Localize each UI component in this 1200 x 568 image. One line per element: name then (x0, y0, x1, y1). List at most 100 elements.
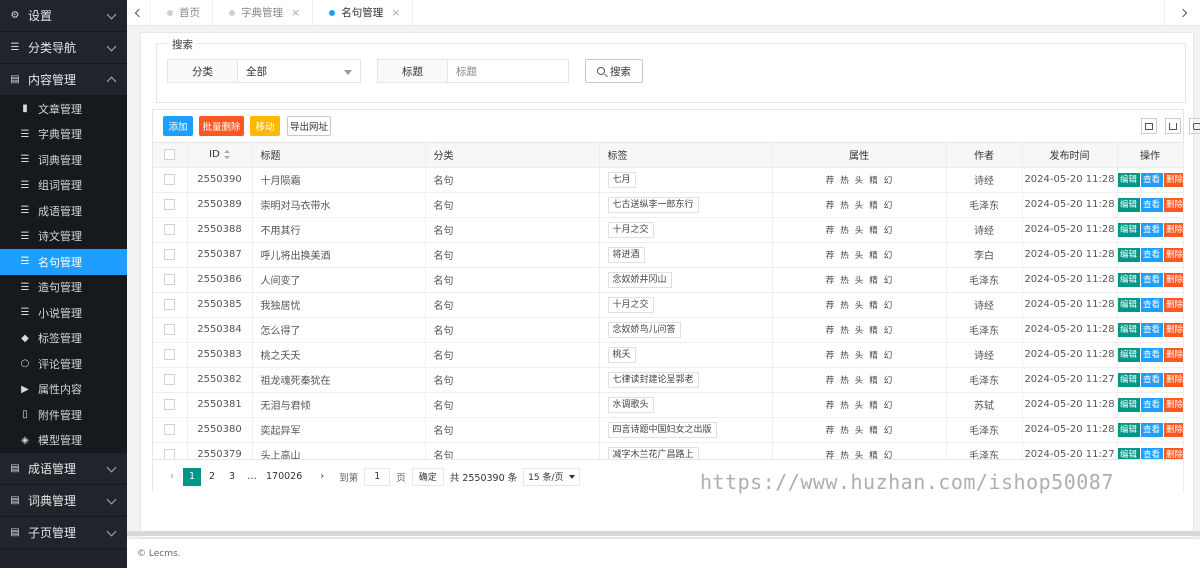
attr-toggle[interactable]: 精 (869, 249, 878, 261)
attr-toggle[interactable]: 荐 (826, 349, 835, 361)
row-checkbox[interactable] (164, 273, 176, 285)
attr-toggle[interactable]: 热 (840, 174, 849, 186)
sidebar-item-3[interactable]: ☰ 组词管理 (0, 173, 127, 199)
attr-toggle[interactable]: 精 (869, 199, 878, 211)
attr-toggle[interactable]: 荐 (826, 249, 835, 261)
sidebar-item-13[interactable]: ◈ 模型管理 (0, 428, 127, 454)
tag-badge[interactable]: 七律读封建论呈郭老 (607, 371, 699, 388)
export-icon[interactable] (1165, 118, 1181, 134)
row-checkbox[interactable] (164, 348, 176, 360)
view-button[interactable]: 查看 (1140, 297, 1163, 312)
attr-toggle[interactable]: 荐 (826, 299, 835, 311)
sidebar-group-0[interactable]: ⚙ 设置 (0, 0, 127, 32)
row-checkbox[interactable] (164, 223, 176, 235)
close-icon[interactable]: × (291, 6, 300, 19)
tag-badge[interactable]: 念奴娇井冈山 (607, 271, 672, 288)
attr-toggle[interactable]: 头 (855, 399, 864, 411)
attr-toggle[interactable]: 荐 (826, 224, 835, 236)
attr-toggle[interactable]: 头 (855, 249, 864, 261)
tag-badge[interactable]: 十月之交 (607, 296, 654, 313)
attr-toggle[interactable]: 荐 (826, 324, 835, 336)
attr-toggle[interactable]: 头 (855, 224, 864, 236)
attr-toggle[interactable]: 荐 (826, 274, 835, 286)
attr-toggle[interactable]: 荐 (826, 174, 835, 186)
attr-toggle[interactable]: 精 (869, 424, 878, 436)
attr-toggle[interactable]: 幻 (884, 399, 893, 411)
view-button[interactable]: 查看 (1140, 322, 1163, 337)
sidebar-group-bottom-1[interactable]: ▤ 词典管理 (0, 485, 127, 517)
sidebar-item-8[interactable]: ☰ 小说管理 (0, 300, 127, 326)
view-button[interactable]: 查看 (1140, 372, 1163, 387)
attr-toggle[interactable]: 幻 (884, 224, 893, 236)
horizontal-scrollbar[interactable] (127, 531, 1200, 536)
delete-button[interactable]: 删除 (1163, 272, 1182, 287)
search-button[interactable]: 搜索 (585, 59, 643, 83)
attr-toggle[interactable]: 热 (840, 199, 849, 211)
edit-button[interactable]: 编辑 (1117, 347, 1140, 362)
attr-toggle[interactable]: 精 (869, 299, 878, 311)
delete-button[interactable]: 删除 (1163, 397, 1182, 412)
tabs-scroll-right[interactable] (1164, 0, 1200, 26)
tag-badge[interactable]: 四言诗题中国妇女之出版 (607, 421, 717, 438)
close-icon[interactable]: × (391, 6, 400, 19)
sidebar-item-4[interactable]: ☰ 成语管理 (0, 198, 127, 224)
row-checkbox[interactable] (164, 198, 176, 210)
attr-toggle[interactable]: 精 (869, 349, 878, 361)
attr-toggle[interactable]: 幻 (884, 249, 893, 261)
view-button[interactable]: 查看 (1140, 222, 1163, 237)
sidebar-item-7[interactable]: ☰ 造句管理 (0, 275, 127, 301)
edit-button[interactable]: 编辑 (1117, 222, 1140, 237)
attr-toggle[interactable]: 精 (869, 274, 878, 286)
attr-toggle[interactable]: 幻 (884, 174, 893, 186)
attr-toggle[interactable]: 热 (840, 299, 849, 311)
columns-icon[interactable] (1141, 118, 1157, 134)
edit-button[interactable]: 编辑 (1117, 322, 1140, 337)
attr-toggle[interactable]: 幻 (884, 199, 893, 211)
move-button[interactable]: 移动 (250, 116, 280, 136)
attr-toggle[interactable]: 荐 (826, 424, 835, 436)
th-id[interactable]: ID (187, 143, 253, 168)
attr-toggle[interactable]: 精 (869, 374, 878, 386)
category-select[interactable]: 全部 (237, 59, 361, 83)
edit-button[interactable]: 编辑 (1117, 172, 1140, 187)
sidebar-item-6[interactable]: ☰ 名句管理 (0, 249, 127, 275)
print-icon[interactable] (1189, 118, 1200, 134)
export-button[interactable]: 导出网址 (287, 116, 331, 136)
row-checkbox[interactable] (164, 248, 176, 260)
attr-toggle[interactable]: 热 (840, 324, 849, 336)
sidebar-group-bottom-0[interactable]: ▤ 成语管理 (0, 453, 127, 485)
title-input[interactable]: 标题 (447, 59, 569, 83)
page-3[interactable]: 3 (223, 468, 241, 486)
sidebar-item-1[interactable]: ☰ 字典管理 (0, 122, 127, 148)
sidebar-item-2[interactable]: ☰ 词典管理 (0, 147, 127, 173)
attr-toggle[interactable]: 热 (840, 224, 849, 236)
sidebar-item-9[interactable]: ◆ 标签管理 (0, 326, 127, 352)
tag-badge[interactable]: 桃夭 (607, 346, 636, 363)
edit-button[interactable]: 编辑 (1117, 197, 1140, 212)
select-all-checkbox[interactable] (164, 149, 176, 160)
attr-toggle[interactable]: 幻 (884, 349, 893, 361)
delete-button[interactable]: 删除 (1163, 172, 1182, 187)
view-button[interactable]: 查看 (1140, 197, 1163, 212)
page-size-select[interactable]: 15 条/页 (523, 467, 580, 486)
sidebar-item-10[interactable]: ○ 评论管理 (0, 351, 127, 377)
goto-confirm-button[interactable]: 确定 (411, 467, 444, 486)
edit-button[interactable]: 编辑 (1117, 272, 1140, 287)
delete-button[interactable]: 删除 (1163, 247, 1182, 262)
delete-button[interactable]: 删除 (1163, 197, 1182, 212)
attr-toggle[interactable]: 荐 (826, 374, 835, 386)
attr-toggle[interactable]: 热 (840, 424, 849, 436)
attr-toggle[interactable]: 热 (840, 249, 849, 261)
delete-button[interactable]: 删除 (1163, 297, 1182, 312)
attr-toggle[interactable]: 头 (855, 299, 864, 311)
tab-1[interactable]: 字典管理 × (213, 0, 314, 26)
sidebar-item-5[interactable]: ☰ 诗文管理 (0, 224, 127, 250)
prev-page-icon[interactable]: ‹ (163, 468, 181, 486)
attr-toggle[interactable]: 幻 (884, 299, 893, 311)
page-last[interactable]: 170026 (263, 468, 305, 486)
attr-toggle[interactable]: 头 (855, 274, 864, 286)
delete-button[interactable]: 删除 (1163, 372, 1182, 387)
batch-delete-button[interactable]: 批量删除 (199, 116, 244, 136)
view-button[interactable]: 查看 (1140, 422, 1163, 437)
attr-toggle[interactable]: 头 (855, 199, 864, 211)
